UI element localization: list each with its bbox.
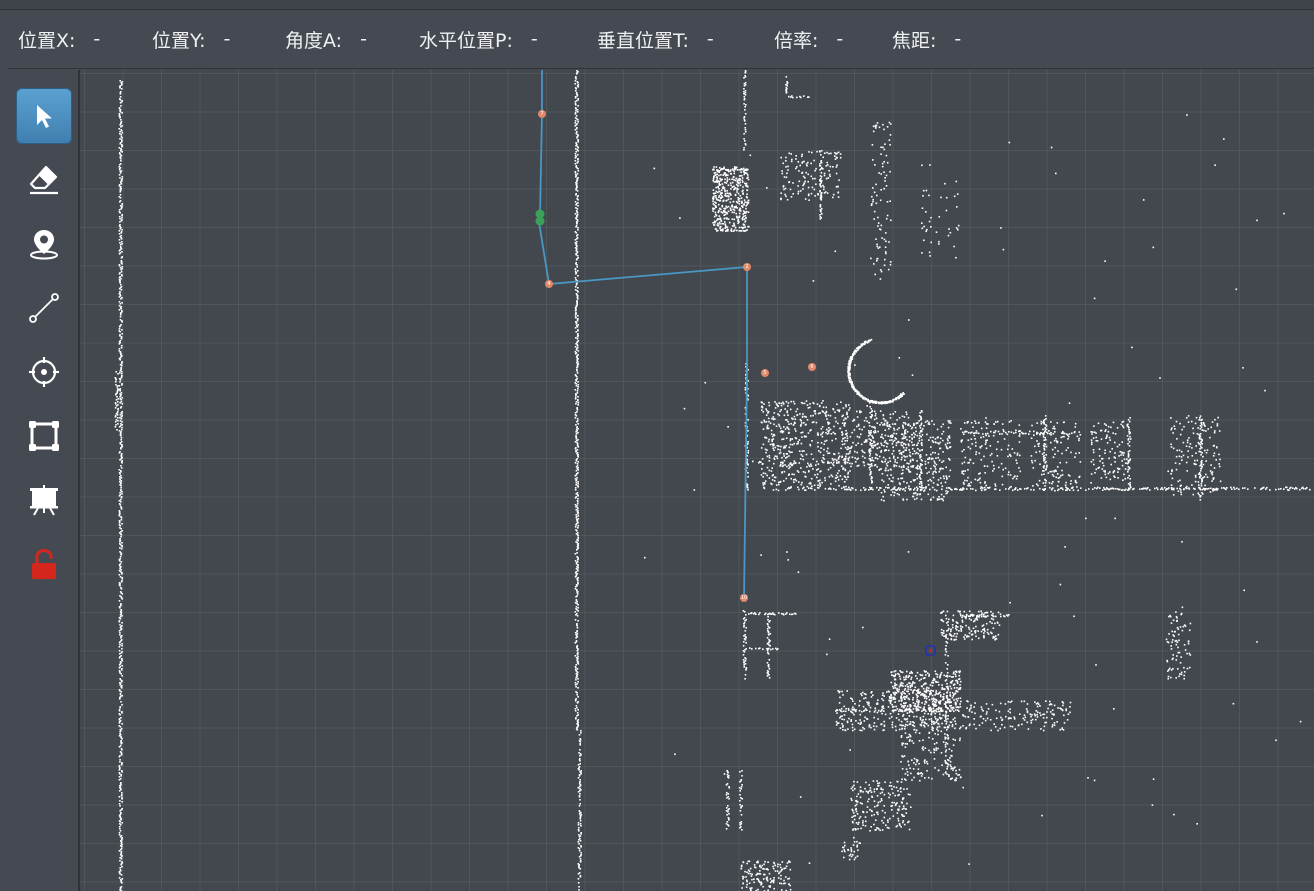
- pos-y-label: 位置Y:: [152, 29, 206, 52]
- eraser-icon: [29, 165, 58, 195]
- angle-label: 角度A:: [285, 29, 343, 52]
- route-node-6-label: 6: [810, 364, 813, 370]
- tilt-value: -: [706, 28, 714, 50]
- map-canvas[interactable]: 7 4 2 5 6 10: [80, 70, 1314, 891]
- focus-value: -: [954, 28, 962, 50]
- pos-y-value: -: [223, 28, 231, 50]
- pos-x-label: 位置X:: [18, 29, 76, 52]
- route-node-5[interactable]: 5: [761, 369, 769, 377]
- zoom-value: -: [836, 28, 844, 50]
- area-tool-button[interactable]: [16, 408, 72, 464]
- map-svg[interactable]: 7 4 2 5 6 10: [80, 70, 1314, 891]
- bounding-box-icon: [29, 421, 59, 451]
- pan-value: -: [530, 28, 538, 50]
- pos-x-value: -: [93, 28, 101, 50]
- route-node-6[interactable]: 6: [808, 363, 816, 371]
- status-bar: 位置X: - 位置Y: - 角度A: - 水平位置P: - 垂直位置T: - 倍…: [8, 10, 1314, 69]
- route-node-2-label: 2: [745, 264, 748, 270]
- tilt-readout: 垂直位置T: -: [597, 26, 764, 53]
- route-node-4[interactable]: 4: [545, 280, 553, 288]
- route-node-5-label: 5: [763, 370, 766, 376]
- route-node-10[interactable]: 10: [740, 594, 748, 602]
- line-segment-icon: [29, 293, 59, 323]
- locate-tool-button[interactable]: [16, 344, 72, 400]
- eraser-tool-button[interactable]: [16, 152, 72, 208]
- route-node-7-label: 7: [540, 111, 543, 117]
- tool-sidebar: [0, 70, 80, 891]
- focus-label: 焦距:: [892, 29, 937, 52]
- zoom-label: 倍率:: [774, 29, 819, 52]
- route-node-7[interactable]: 7: [538, 110, 546, 118]
- tilt-label: 垂直位置T:: [597, 29, 689, 52]
- add-point-tool-button[interactable]: [16, 216, 72, 272]
- route-node-10-label: 10: [741, 595, 747, 601]
- angle-value: -: [360, 28, 367, 50]
- pos-x-readout: 位置X: -: [18, 26, 142, 53]
- robot-marker-center: [929, 649, 932, 652]
- robot-marker[interactable]: [925, 645, 936, 656]
- crosshair-icon: [29, 357, 59, 387]
- map-pin-icon: [30, 230, 58, 260]
- obstacle-point-cloud: [114, 70, 1311, 891]
- route-node-4-label: 4: [547, 281, 550, 287]
- pan-label: 水平位置P:: [419, 29, 513, 52]
- pos-y-readout: 位置Y: -: [152, 26, 275, 53]
- pan-readout: 水平位置P: -: [419, 26, 587, 53]
- add-path-tool-button[interactable]: [16, 280, 72, 336]
- window-top-edge: [0, 0, 1314, 10]
- lock-tool-button[interactable]: [16, 536, 72, 592]
- cursor-arrow-icon: [37, 105, 52, 128]
- select-tool-button[interactable]: [16, 88, 72, 144]
- presentation-tool-button[interactable]: [16, 472, 72, 528]
- angle-readout: 角度A: -: [285, 26, 409, 53]
- route-polyline: [538, 70, 748, 599]
- easel-icon: [30, 485, 58, 516]
- route-node-green-b[interactable]: [535, 216, 545, 226]
- route-path: [538, 70, 748, 599]
- focus-readout: 焦距: -: [892, 26, 992, 53]
- lock-open-icon: [32, 548, 56, 579]
- route-node-2[interactable]: 2: [743, 263, 751, 271]
- zoom-readout: 倍率: -: [774, 26, 882, 53]
